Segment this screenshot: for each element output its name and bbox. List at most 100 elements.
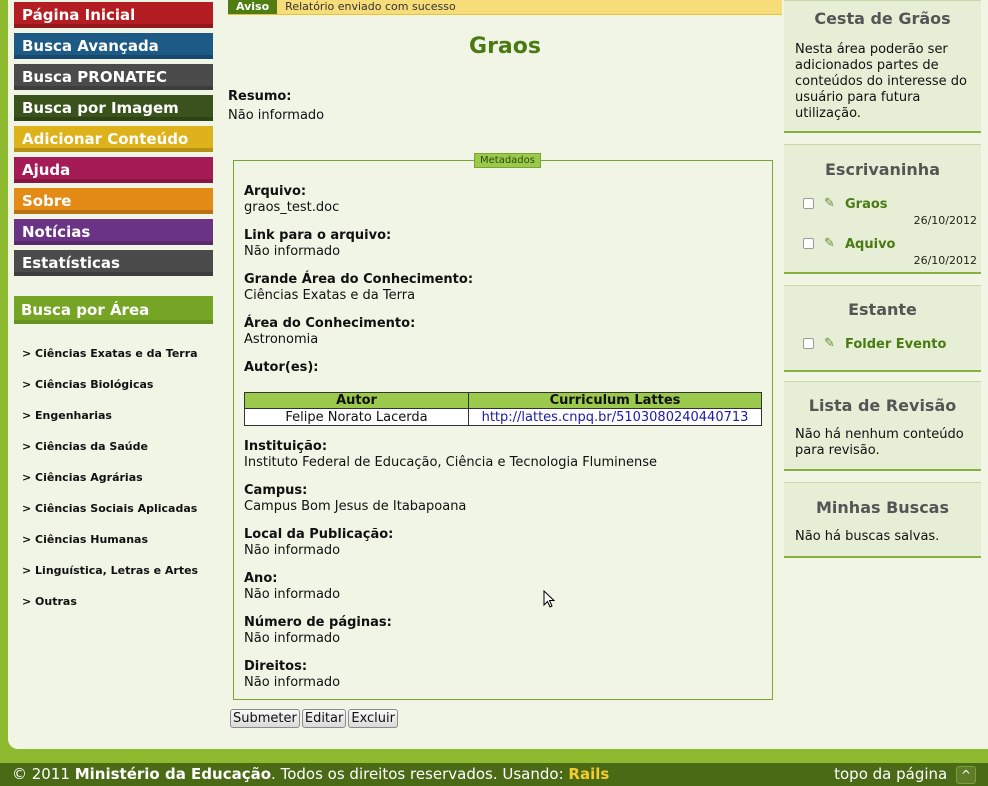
menu-item-adicionar-conteudo[interactable]: Adicionar Conteúdo — [14, 126, 213, 152]
buscas-text: Não há buscas salvas. — [795, 529, 940, 544]
column-header-lattes: Curriculum Lattes — [468, 392, 762, 409]
metadata-legend: Metadados — [474, 153, 541, 168]
area-item[interactable]: > Ciências Agrárias — [22, 471, 212, 502]
field-area: Área do Conhecimento: Astronomia — [244, 316, 415, 348]
menu-item-pagina-inicial[interactable]: Página Inicial — [14, 2, 213, 28]
table-header-row: Autor Curriculum Lattes — [244, 392, 762, 409]
menu-item-ajuda[interactable]: Ajuda — [14, 157, 213, 183]
item-date: 26/10/2012 — [913, 214, 977, 227]
footer-rights: . Todos os direitos reservados. Usando: — [271, 765, 564, 783]
field-direitos: Direitos: Não informado — [244, 659, 340, 691]
revisao-text: Não há nenhum conteúdo para revisão. — [795, 427, 964, 458]
escrivaninha-box: Escrivaninha ✎ Graos 26/10/2012 ✎ Aquivo… — [784, 144, 981, 274]
buscas-box: Minhas Buscas Não há buscas salvas. — [784, 482, 981, 558]
item-checkbox[interactable] — [803, 238, 814, 249]
page: Página Inicial Busca Avançada Busca PRON… — [8, 0, 988, 749]
authors-table: Autor Curriculum Lattes Felipe Norato La… — [244, 392, 762, 426]
menu-item-noticias[interactable]: Notícias — [14, 219, 213, 245]
area-item[interactable]: > Ciências da Saúde — [22, 440, 212, 471]
item-checkbox[interactable] — [803, 198, 814, 209]
area-item[interactable]: > Linguística, Letras e Artes — [22, 564, 212, 595]
field-label: Link para o arquivo: — [244, 228, 392, 243]
estante-title: Estante — [848, 300, 917, 319]
document-edit-icon: ✎ — [824, 336, 835, 351]
item-checkbox[interactable] — [803, 338, 814, 349]
field-label: Arquivo: — [244, 184, 307, 199]
delete-button[interactable]: Excluir — [348, 709, 398, 728]
field-link: Link para o arquivo: Não informado — [244, 228, 391, 260]
item-date: 26/10/2012 — [913, 254, 977, 267]
menu-item-estatisticas[interactable]: Estatísticas — [14, 250, 213, 276]
area-item[interactable]: > Ciências Humanas — [22, 533, 212, 564]
item-link[interactable]: Folder Evento — [845, 337, 946, 352]
lattes-link[interactable]: http://lattes.cnpq.br/5103080240440713 — [482, 410, 749, 425]
cesta-title: Cesta de Grãos — [814, 9, 951, 28]
cesta-text: Nesta área poderão ser adicionados parte… — [795, 42, 968, 121]
area-item[interactable]: > Ciências Biológicas — [22, 378, 212, 409]
footer: © 2011 Ministério da Educação. Todos os … — [0, 763, 988, 786]
mouse-pointer-icon — [543, 590, 555, 608]
escrivaninha-list: ✎ Graos 26/10/2012 ✎ Aquivo 26/10/2012 — [784, 195, 981, 275]
field-label: Área do Conhecimento: — [244, 316, 416, 331]
buscas-title: Minhas Buscas — [816, 498, 949, 517]
field-value: Não informado — [244, 244, 341, 259]
field-label: Grande Área do Conhecimento: — [244, 272, 474, 287]
field-value: Instituto Federal de Educação, Ciência e… — [244, 455, 658, 470]
field-ano: Ano: Não informado — [244, 571, 340, 603]
item-link[interactable]: Aquivo — [845, 237, 895, 252]
field-campus: Campus: Campus Bom Jesus de Itabapoana — [244, 483, 466, 515]
field-label: Local da Publicação: — [244, 527, 394, 542]
submit-button[interactable]: Submeter — [230, 709, 300, 728]
field-value: Não informado — [244, 631, 341, 646]
escrivaninha-title: Escrivaninha — [825, 160, 940, 179]
resumo-section: Resumo: Não informado — [228, 87, 324, 125]
area-item[interactable]: > Outras — [22, 595, 212, 626]
list-item: ✎ Graos 26/10/2012 — [784, 195, 981, 235]
back-to-top-link[interactable]: topo da página ^ — [834, 763, 976, 786]
chevron-up-icon[interactable]: ^ — [956, 765, 976, 784]
area-item[interactable]: > Ciências Sociais Aplicadas — [22, 502, 212, 533]
menu-item-busca-avancada[interactable]: Busca Avançada — [14, 33, 213, 59]
resumo-value: Não informado — [228, 108, 325, 123]
area-item[interactable]: > Engenharias — [22, 409, 212, 440]
metadata-fieldset: Metadados Arquivo: graos_test.doc Link p… — [233, 153, 773, 700]
field-value: Campus Bom Jesus de Itabapoana — [244, 499, 467, 514]
footer-org: Ministério da Educação — [74, 765, 272, 783]
field-instituicao: Instituição: Instituto Federal de Educaç… — [244, 439, 657, 471]
alert-tag: Aviso — [228, 0, 278, 14]
rails-link[interactable]: Rails — [568, 765, 609, 783]
estante-box: Estante ✎ Folder Evento — [784, 285, 981, 372]
menu-item-busca-por-imagem[interactable]: Busca por Imagem — [14, 95, 213, 121]
field-local-publicacao: Local da Publicação: Não informado — [244, 527, 393, 559]
field-value: Não informado — [244, 675, 341, 690]
author-name: Felipe Norato Lacerda — [244, 408, 469, 426]
list-item: ✎ Folder Evento — [784, 335, 981, 375]
revisao-box: Lista de Revisão Não há nenhum conteúdo … — [784, 381, 981, 471]
field-grande-area: Grande Área do Conhecimento: Ciências Ex… — [244, 272, 473, 304]
field-autores: Autor(es): — [244, 360, 319, 376]
copyright-year: © 2011 — [12, 765, 70, 783]
field-value: graos_test.doc — [244, 200, 340, 215]
list-item: ✎ Aquivo 26/10/2012 — [784, 235, 981, 275]
column-header-autor: Autor — [244, 392, 469, 409]
cesta-box: Cesta de Grãos Nesta área poderão ser ad… — [784, 0, 981, 133]
document-edit-icon: ✎ — [824, 236, 835, 251]
menu-item-sobre[interactable]: Sobre — [14, 188, 213, 214]
estante-list: ✎ Folder Evento — [784, 335, 981, 375]
main-menu: Página Inicial Busca Avançada Busca PRON… — [14, 2, 213, 281]
field-value: Não informado — [244, 587, 341, 602]
item-link[interactable]: Graos — [845, 197, 888, 212]
field-numero-paginas: Número de páginas: Não informado — [244, 615, 392, 647]
field-value: Ciências Exatas e da Terra — [244, 288, 416, 303]
document-edit-icon: ✎ — [824, 196, 835, 211]
back-to-top-label: topo da página — [834, 765, 948, 783]
edit-button[interactable]: Editar — [301, 709, 347, 728]
field-value: Não informado — [244, 543, 341, 558]
area-item[interactable]: > Ciências Exatas e da Terra — [22, 347, 212, 378]
table-row: Felipe Norato Lacerda http://lattes.cnpq… — [244, 408, 762, 426]
alert-message: Relatório enviado com sucesso — [285, 0, 456, 13]
footer-copyright: © 2011 Ministério da Educação. Todos os … — [12, 763, 609, 786]
action-buttons: Submeter Editar Excluir — [230, 709, 400, 728]
area-search-heading: Busca por Área — [14, 296, 213, 324]
menu-item-busca-pronatec[interactable]: Busca PRONATEC — [14, 64, 213, 90]
